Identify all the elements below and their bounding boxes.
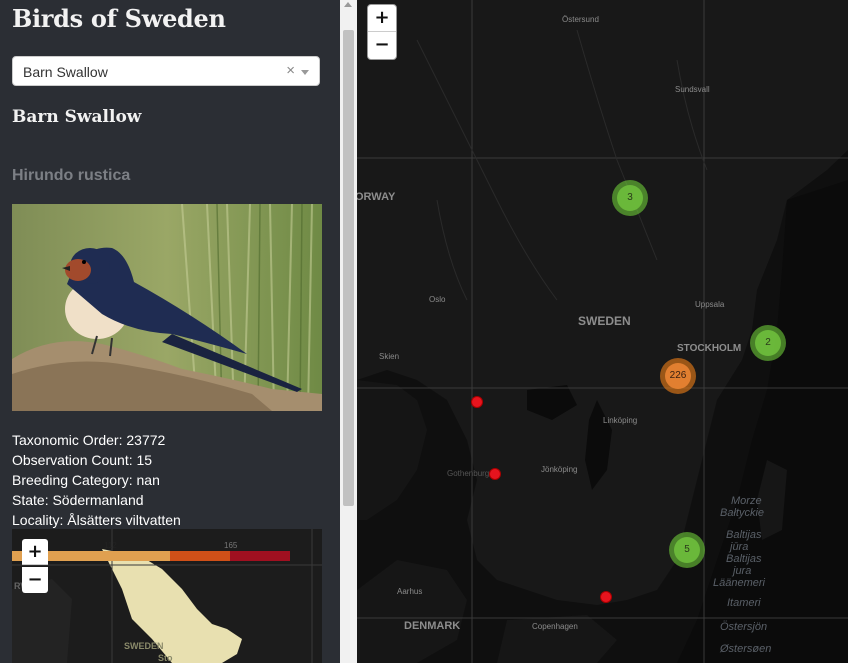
mini-map[interactable]: 112 165 RWAY SWEDEN Sto + − <box>12 529 322 663</box>
cluster-count: 2 <box>755 330 781 356</box>
cluster-count: 3 <box>617 185 643 211</box>
map-label: Läänemeri <box>713 577 765 589</box>
species-select[interactable]: Barn Swallow × <box>12 56 320 86</box>
legend-tick: 112 <box>104 541 117 550</box>
map-label: Baltijas <box>726 529 762 541</box>
observation-marker[interactable] <box>471 396 483 408</box>
map-label: Østersøen <box>720 643 772 655</box>
cluster-count: 5 <box>674 537 700 563</box>
clear-icon[interactable]: × <box>286 62 295 79</box>
observation-count: Observation Count: 15 <box>12 452 153 468</box>
map-label: Gothenburg <box>447 469 490 478</box>
marker-cluster[interactable]: 3 <box>612 180 648 216</box>
observation-info: Taxonomic Order: 23772 Observation Count… <box>12 430 181 530</box>
map-label: SWEDEN <box>578 314 631 328</box>
map-label: Aarhus <box>397 587 423 596</box>
chevron-down-icon[interactable] <box>301 70 309 75</box>
map-label: Jönköping <box>541 465 578 474</box>
taxonomic-order: Taxonomic Order: 23772 <box>12 432 166 448</box>
map-label: Oslo <box>429 295 446 304</box>
mini-map-label: Sto <box>158 653 173 663</box>
map-label: DENMARK <box>404 620 461 632</box>
breeding-category: Breeding Category: nan <box>12 472 160 488</box>
zoom-out-button[interactable]: − <box>368 32 396 59</box>
scrollbar-thumb[interactable] <box>343 30 354 506</box>
bird-common-name: Barn Swallow <box>12 107 142 127</box>
map-label: Copenhagen <box>532 622 578 631</box>
marker-cluster[interactable]: 2 <box>750 325 786 361</box>
species-select-value: Barn Swallow <box>23 64 108 80</box>
map-label: Östersjön <box>720 621 768 633</box>
map-label: jūra <box>730 541 749 553</box>
map-label: Itameri <box>727 597 761 609</box>
marker-cluster[interactable]: 226 <box>660 358 696 394</box>
map-label: Östersund <box>562 15 599 24</box>
observation-marker[interactable] <box>489 468 501 480</box>
sidebar: Birds of Sweden Barn Swallow × Barn Swal… <box>0 0 340 663</box>
map-label: ORWAY <box>357 191 396 203</box>
map-label: Sundsvall <box>675 85 710 94</box>
map-label: Linköping <box>603 416 638 425</box>
zoom-control: + − <box>367 4 397 60</box>
state: State: Södermanland <box>12 492 144 508</box>
map-label: Morze <box>731 495 762 507</box>
map-label: Baltijas <box>726 553 762 565</box>
bird-photo <box>12 204 322 411</box>
map-label: Bałtyckie <box>720 507 765 519</box>
cluster-count: 226 <box>665 363 691 389</box>
mini-map-label: SWEDEN <box>124 641 164 651</box>
map-label: jura <box>733 565 752 577</box>
bird-scientific-name: Hirundo rustica <box>12 167 131 184</box>
observation-marker[interactable] <box>600 591 612 603</box>
map-label: STOCKHOLM <box>677 343 742 354</box>
app-title: Birds of Sweden <box>12 4 226 33</box>
marker-cluster[interactable]: 5 <box>669 532 705 568</box>
map-label: Skien <box>379 352 400 361</box>
zoom-in-button[interactable]: + <box>22 539 48 565</box>
scroll-up-icon[interactable] <box>344 2 352 7</box>
locality: Locality: Ålsätters viltvatten <box>12 512 181 528</box>
zoom-out-button[interactable]: − <box>22 567 48 593</box>
legend-tick: 165 <box>224 541 238 550</box>
main-map[interactable]: Östersund Sundsvall ORWAY Oslo Uppsala S… <box>357 0 848 663</box>
zoom-in-button[interactable]: + <box>368 5 396 32</box>
map-label: Uppsala <box>695 300 725 309</box>
sidebar-scrollbar[interactable] <box>340 0 357 663</box>
